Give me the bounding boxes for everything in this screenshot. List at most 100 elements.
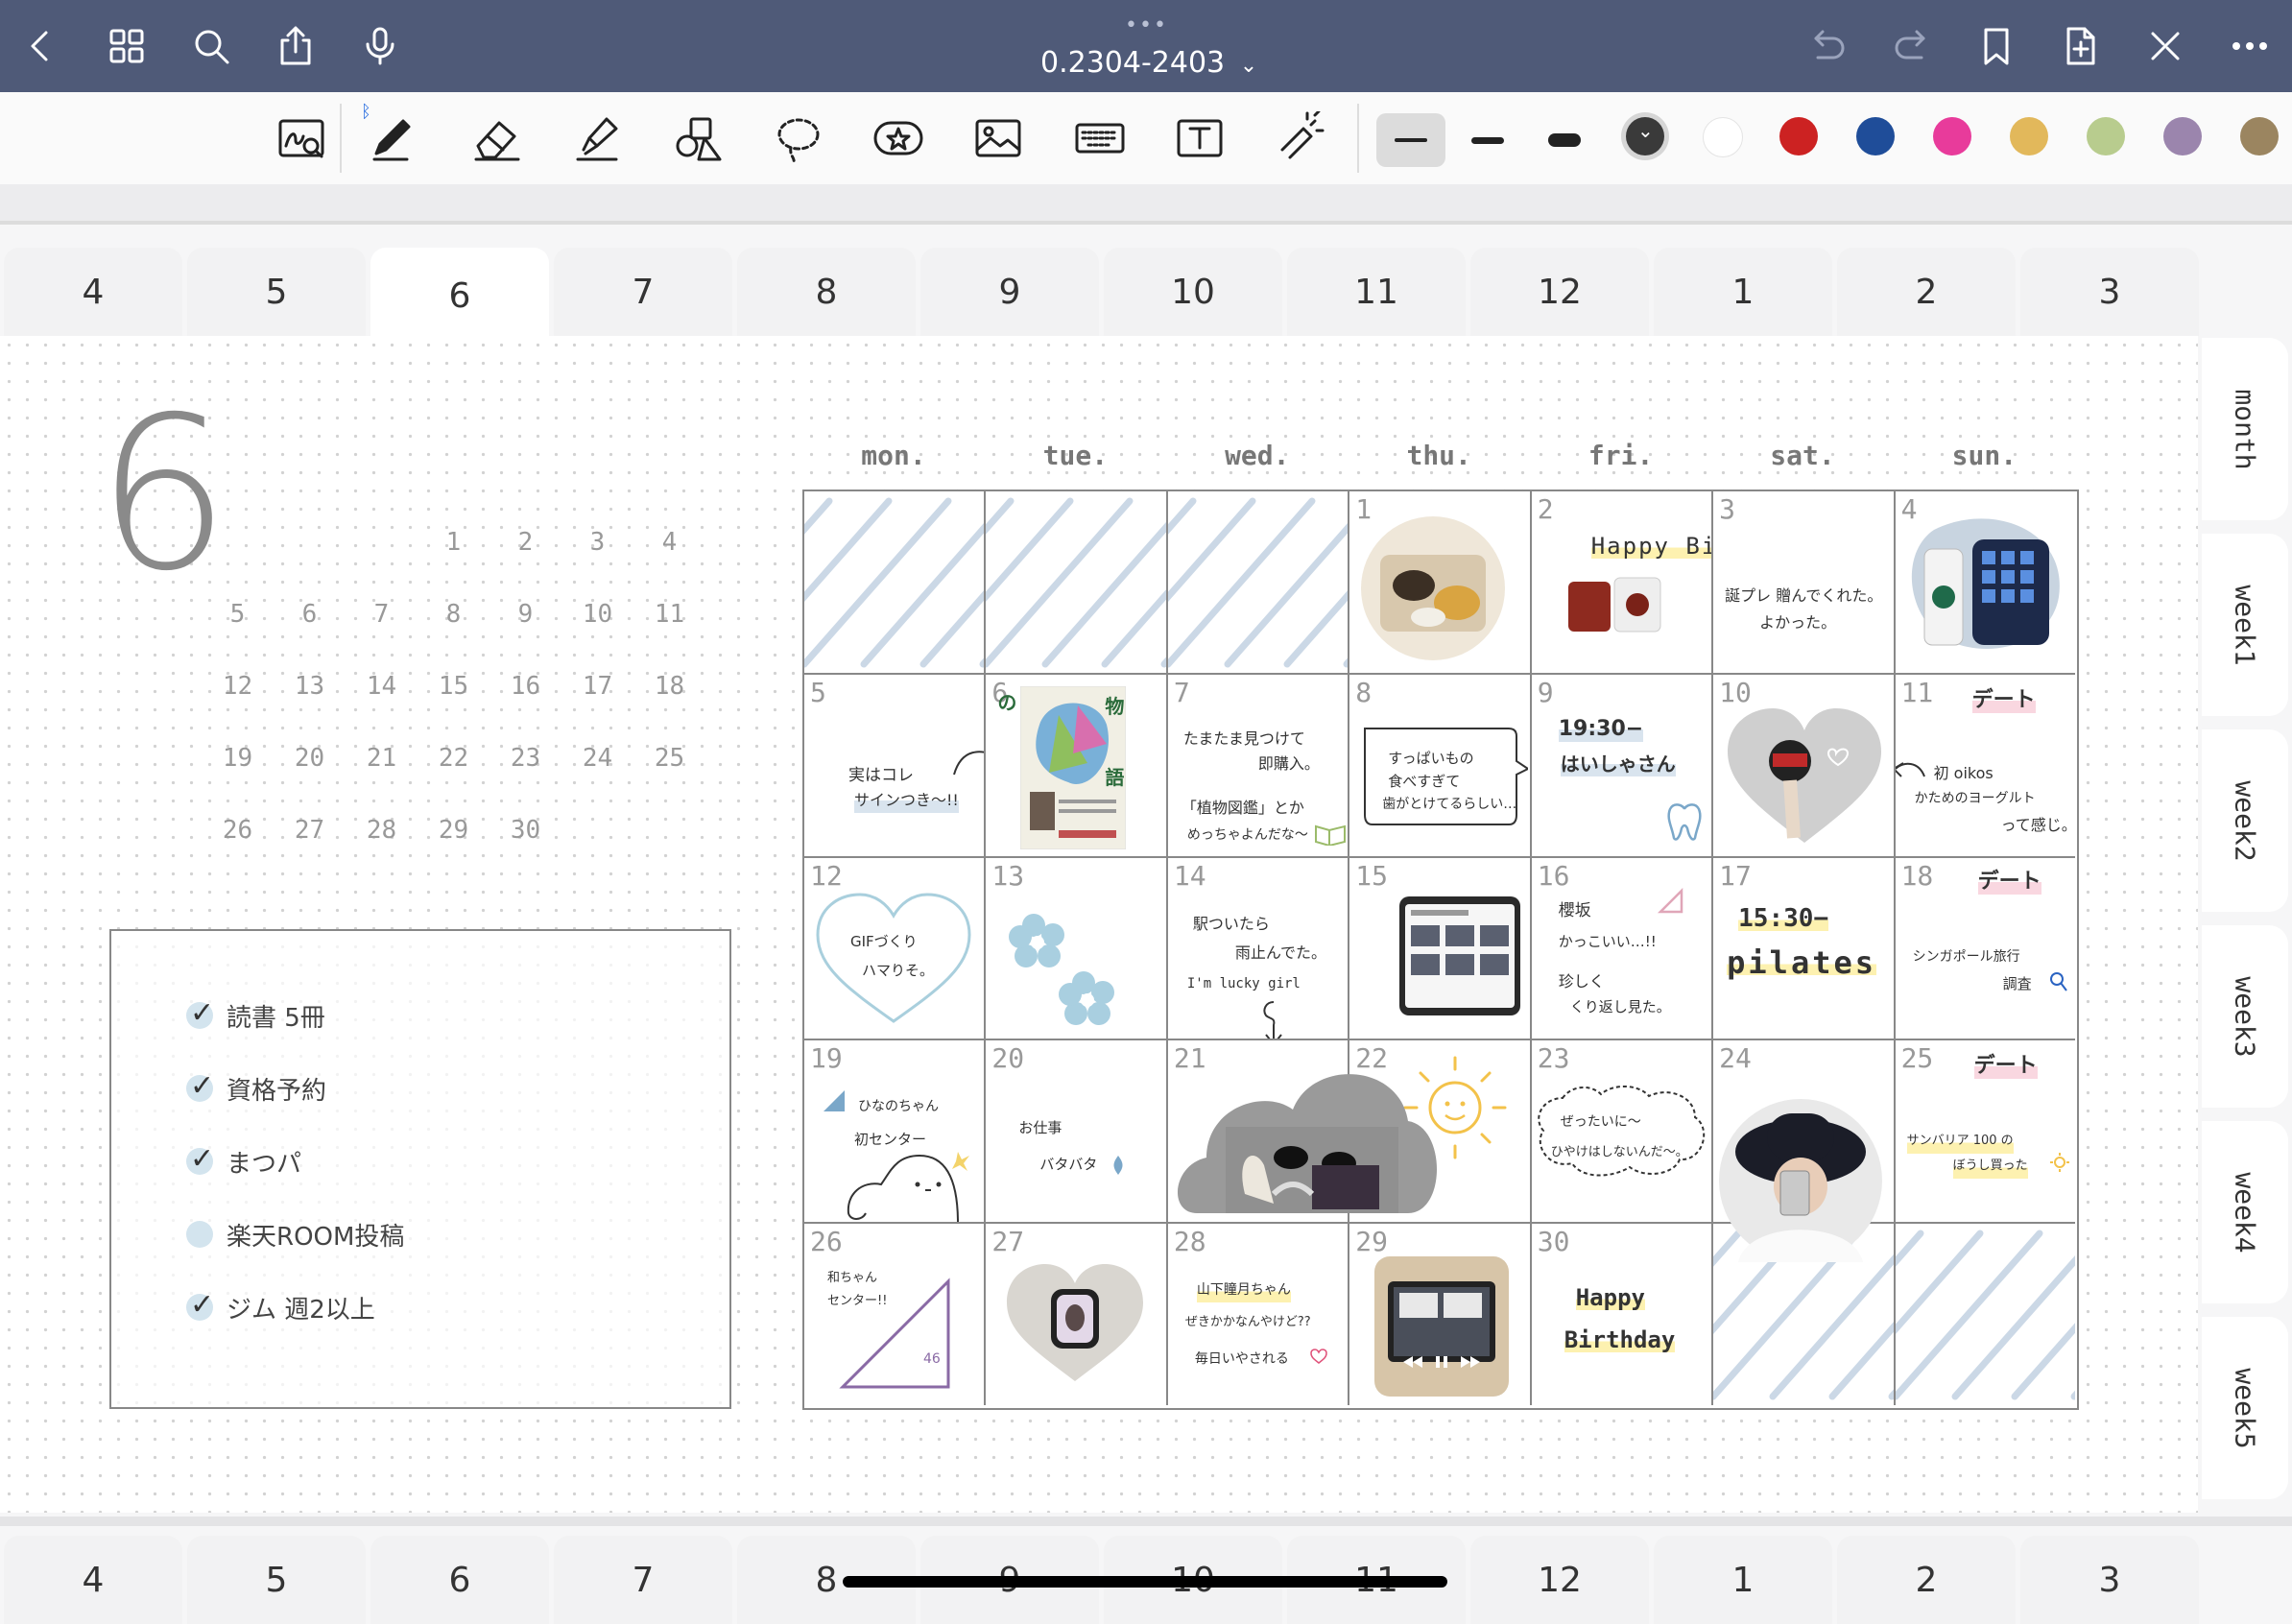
mini-calendar-day[interactable]: 4: [633, 528, 705, 557]
heart-doodle[interactable]: [1310, 1349, 1327, 1365]
month-tab-3[interactable]: 3: [2020, 1536, 2199, 1624]
mini-calendar-day[interactable]: 3: [561, 528, 633, 557]
search-icon[interactable]: [184, 19, 238, 73]
mini-calendar-day[interactable]: 28: [346, 816, 418, 845]
day-cell-5[interactable]: 5 実はコレ サインつき〜!!: [804, 674, 987, 858]
cloud-shoes-photo[interactable]: [1177, 1050, 1437, 1223]
triangle-doodle[interactable]: [822, 1088, 847, 1113]
month-tab-7[interactable]: 7: [554, 1536, 732, 1624]
goal-item[interactable]: 読書 5冊: [186, 994, 325, 1037]
day-cell-19[interactable]: 19 ひなのちゃん 初センター: [804, 1040, 987, 1225]
day-cell-27[interactable]: 27: [986, 1224, 1168, 1405]
keyboard-icon[interactable]: [1067, 106, 1133, 171]
day-cell-30[interactable]: 30 Happy Birthday: [1531, 1224, 1714, 1405]
mini-calendar-day[interactable]: 22: [418, 744, 489, 773]
day-cell-13[interactable]: 13: [986, 857, 1168, 1041]
goal-item[interactable]: まつパ: [186, 1140, 301, 1182]
mini-calendar-day[interactable]: 23: [489, 744, 561, 773]
ipad-video-photo[interactable]: [1365, 1253, 1510, 1397]
month-tab-1[interactable]: 1: [1654, 1536, 1832, 1624]
day-cell-28[interactable]: 28 山下瞳月ちゃん ぜきかかなんやけど?? 毎日いやされる: [1167, 1224, 1350, 1405]
side-tab-week3[interactable]: week3: [2202, 925, 2288, 1108]
mini-calendar-day[interactable]: 9: [489, 600, 561, 629]
hat-selfie-photo[interactable]: [1719, 1094, 1883, 1267]
day-cell-10[interactable]: 10: [1713, 674, 1896, 858]
month-tab-2[interactable]: 2: [1837, 248, 2016, 336]
flowers-doodle[interactable]: [1005, 906, 1120, 1039]
mini-calendar-day[interactable]: 12: [202, 672, 274, 701]
day-cell-9[interactable]: 9 19:30− はいしゃさん: [1531, 674, 1714, 858]
coffee-photo[interactable]: [1905, 511, 2068, 664]
month-tab-5[interactable]: 5: [187, 248, 366, 336]
month-tab-2[interactable]: 2: [1837, 1536, 2016, 1624]
day-cell-4[interactable]: 4: [1895, 491, 2075, 675]
color-swatch-6[interactable]: [2010, 117, 2048, 155]
day-cell-29[interactable]: 29: [1349, 1224, 1532, 1405]
empty-day-cell[interactable]: [804, 491, 987, 675]
sticker-icon[interactable]: [866, 106, 931, 171]
home-indicator[interactable]: [843, 1576, 1447, 1588]
document-title[interactable]: 0.2304-2403 ⌄: [1040, 46, 1257, 80]
month-tab-5[interactable]: 5: [187, 1536, 366, 1624]
mini-calendar-day[interactable]: 30: [489, 816, 561, 845]
empty-day-cell[interactable]: [986, 491, 1168, 675]
grid-icon[interactable]: [100, 19, 154, 73]
heart-yogurt-photo[interactable]: [1723, 704, 1886, 848]
side-tab-week2[interactable]: week2: [2202, 729, 2288, 912]
food-photo[interactable]: [1361, 516, 1506, 660]
day-cell-14[interactable]: 14 駅ついたら 雨止んでた。 I'm lucky girl: [1167, 857, 1350, 1041]
mini-calendar-day[interactable]: 7: [346, 600, 418, 629]
month-tab-10[interactable]: 10: [1104, 248, 1282, 336]
tablet-video-photo[interactable]: [1392, 887, 1526, 1021]
checked-circle-icon[interactable]: [186, 1069, 214, 1103]
mini-calendar-day[interactable]: 2: [489, 528, 561, 557]
mini-calendar-day[interactable]: 10: [561, 600, 633, 629]
stroke-thick-option[interactable]: [1530, 113, 1599, 167]
mini-calendar-day[interactable]: 19: [202, 744, 274, 773]
empty-day-cell[interactable]: [1895, 1224, 2075, 1405]
mini-calendar-day[interactable]: 26: [202, 816, 274, 845]
stroke-thin-option[interactable]: [1376, 113, 1445, 167]
unchecked-circle-icon[interactable]: [186, 1221, 213, 1248]
triangle-doodle[interactable]: [833, 1272, 958, 1397]
mini-calendar-day[interactable]: 5: [202, 600, 274, 629]
laser-icon[interactable]: [1267, 106, 1332, 171]
triangle-doodle[interactable]: [1657, 887, 1685, 916]
month-tab-1[interactable]: 1: [1654, 248, 1832, 336]
day-cell-8[interactable]: 8 すっぱいもの 食べすぎて 歯がとけてるらしい…: [1349, 674, 1532, 858]
heart-watch-photo[interactable]: [1003, 1260, 1147, 1385]
day-cell-16[interactable]: 16 櫻坂 かっこいい…!! 珍しく くり返し見た。: [1531, 857, 1714, 1041]
highlighter-icon[interactable]: [564, 106, 630, 171]
month-tab-6[interactable]: 6: [370, 1536, 549, 1624]
eraser-icon[interactable]: [465, 106, 530, 171]
umbrella-arrow-doodle[interactable]: [1254, 998, 1293, 1039]
day-cell-26[interactable]: 26 和ちゃん センター!! 46: [804, 1224, 987, 1405]
mini-calendar-day[interactable]: 24: [561, 744, 633, 773]
month-tab-12[interactable]: 12: [1470, 248, 1649, 336]
more-icon[interactable]: [2223, 19, 2277, 73]
mini-calendar-day[interactable]: 29: [418, 816, 489, 845]
side-tab-week5[interactable]: week5: [2202, 1317, 2288, 1499]
color-swatch-5[interactable]: [1933, 117, 1971, 155]
day-cell-6[interactable]: 6の物語: [986, 674, 1168, 858]
add-page-icon[interactable]: [2054, 19, 2108, 73]
color-swatch-1[interactable]: ⌄: [1626, 117, 1664, 155]
mini-calendar-day[interactable]: 11: [633, 600, 705, 629]
side-tab-week1[interactable]: week1: [2202, 534, 2288, 716]
text-icon[interactable]: [1167, 106, 1232, 171]
bookmark-icon[interactable]: [1970, 19, 2023, 73]
mini-calendar-day[interactable]: 14: [346, 672, 418, 701]
lasso-icon[interactable]: [766, 106, 831, 171]
magnifier-doodle[interactable]: [2049, 971, 2068, 994]
color-swatch-4[interactable]: [1856, 117, 1895, 155]
checked-circle-icon[interactable]: [186, 996, 214, 1030]
month-tab-11[interactable]: 11: [1287, 248, 1466, 336]
side-tab-month[interactable]: month: [2202, 338, 2288, 520]
mini-calendar-day[interactable]: 15: [418, 672, 489, 701]
month-tab-9[interactable]: 9: [920, 248, 1099, 336]
image-icon[interactable]: [966, 106, 1031, 171]
side-tab-week4[interactable]: week4: [2202, 1121, 2288, 1303]
day-cell-1[interactable]: 1: [1349, 491, 1532, 675]
month-tab-3[interactable]: 3: [2020, 248, 2199, 336]
month-tab-8[interactable]: 8: [737, 248, 916, 336]
